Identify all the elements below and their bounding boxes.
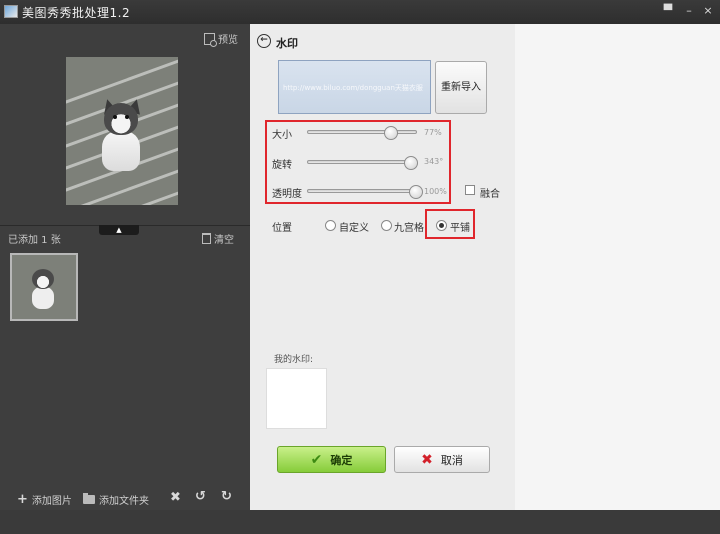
watermark-dialog: ← 水印 http://www.biluo.com/dongguan天猫衣服 重… bbox=[250, 24, 515, 510]
close-icon[interactable]: × bbox=[700, 3, 716, 19]
cancel-label: 取消 bbox=[440, 453, 463, 467]
rotate-left-icon[interactable]: ↺ bbox=[195, 489, 206, 504]
position-label: 位置 bbox=[272, 223, 292, 234]
preview-button[interactable]: 预览 bbox=[204, 31, 238, 47]
back-icon[interactable]: ← bbox=[257, 34, 271, 48]
folder-icon bbox=[83, 493, 95, 504]
dialog-title: 水印 bbox=[276, 37, 298, 50]
trash-icon bbox=[202, 233, 211, 244]
app-icon bbox=[4, 5, 18, 18]
radio-custom-label: 自定义 bbox=[339, 223, 369, 234]
opacity-label: 透明度 bbox=[272, 189, 302, 200]
image-thumbnail[interactable] bbox=[10, 253, 78, 321]
collapse-preview-button[interactable]: ▲ bbox=[99, 225, 139, 235]
radio-grid[interactable] bbox=[381, 220, 392, 231]
watermark-text: http://www.biluo.com/dongguan天猫衣服 bbox=[283, 84, 423, 92]
title-bar: 美图秀秀批处理1.2 ▀ – × bbox=[0, 0, 720, 24]
preview-icon bbox=[204, 32, 217, 47]
add-folder-label: 添加文件夹 bbox=[99, 496, 149, 507]
opacity-slider[interactable] bbox=[307, 185, 423, 199]
delete-icon[interactable]: ✖ bbox=[170, 490, 181, 505]
ok-button[interactable]: ✔ 确定 bbox=[277, 446, 386, 473]
bottom-bar bbox=[0, 510, 720, 534]
rotate-slider[interactable] bbox=[307, 156, 418, 170]
opacity-value: 100% bbox=[424, 187, 447, 196]
dog-thumbnail bbox=[30, 269, 58, 309]
add-folder-button[interactable]: 添加文件夹 bbox=[83, 492, 149, 507]
clear-button[interactable]: 清空 bbox=[202, 231, 234, 246]
cancel-icon: ✖ bbox=[421, 451, 433, 468]
blend-label: 融合 bbox=[480, 189, 500, 200]
rotate-value: 343° bbox=[424, 157, 444, 166]
clear-label: 清空 bbox=[214, 235, 234, 246]
size-label: 大小 bbox=[272, 130, 292, 141]
radio-grid-label: 九宫格 bbox=[394, 223, 424, 234]
blend-checkbox[interactable] bbox=[465, 185, 475, 195]
rotate-slider-handle[interactable] bbox=[403, 156, 418, 170]
reimport-button[interactable]: 重新导入 bbox=[435, 61, 487, 114]
add-image-label: 添加图片 bbox=[31, 496, 72, 507]
pin-icon[interactable]: ▀ bbox=[660, 3, 676, 19]
added-count: 已添加 1 张 bbox=[8, 235, 61, 246]
cancel-button[interactable]: ✖ 取消 bbox=[394, 446, 490, 473]
rotate-label: 旋转 bbox=[272, 160, 292, 171]
add-image-button[interactable]: + 添加图片 bbox=[17, 492, 72, 507]
rotate-right-icon[interactable]: ↻ bbox=[221, 489, 232, 504]
check-icon: ✔ bbox=[310, 451, 323, 468]
dog-photo bbox=[96, 97, 146, 173]
opacity-slider-handle[interactable] bbox=[409, 185, 423, 199]
preview-label: 预览 bbox=[218, 35, 238, 46]
app-title: 美图秀秀批处理1.2 bbox=[22, 6, 131, 20]
right-pane bbox=[515, 24, 720, 510]
minimize-icon[interactable]: – bbox=[681, 3, 697, 19]
radio-tile[interactable] bbox=[436, 220, 447, 231]
my-watermark-slot[interactable] bbox=[266, 368, 327, 429]
size-value: 77% bbox=[424, 128, 442, 137]
left-panel: 预览 ▲ 已添加 1 张 清空 + 添加图片 添加文件夹 ✖ ↺ ↻ bbox=[0, 24, 250, 510]
preview-image bbox=[66, 57, 178, 205]
size-slider[interactable] bbox=[307, 126, 417, 140]
plus-icon: + bbox=[17, 492, 28, 507]
left-toolbar: + 添加图片 添加文件夹 ✖ ↺ ↻ bbox=[0, 488, 250, 510]
radio-custom[interactable] bbox=[325, 220, 336, 231]
ok-label: 确定 bbox=[330, 453, 353, 467]
radio-tile-label: 平铺 bbox=[450, 223, 470, 234]
my-watermark-label: 我的水印: bbox=[274, 355, 314, 365]
watermark-preview: http://www.biluo.com/dongguan天猫衣服 bbox=[278, 60, 431, 114]
